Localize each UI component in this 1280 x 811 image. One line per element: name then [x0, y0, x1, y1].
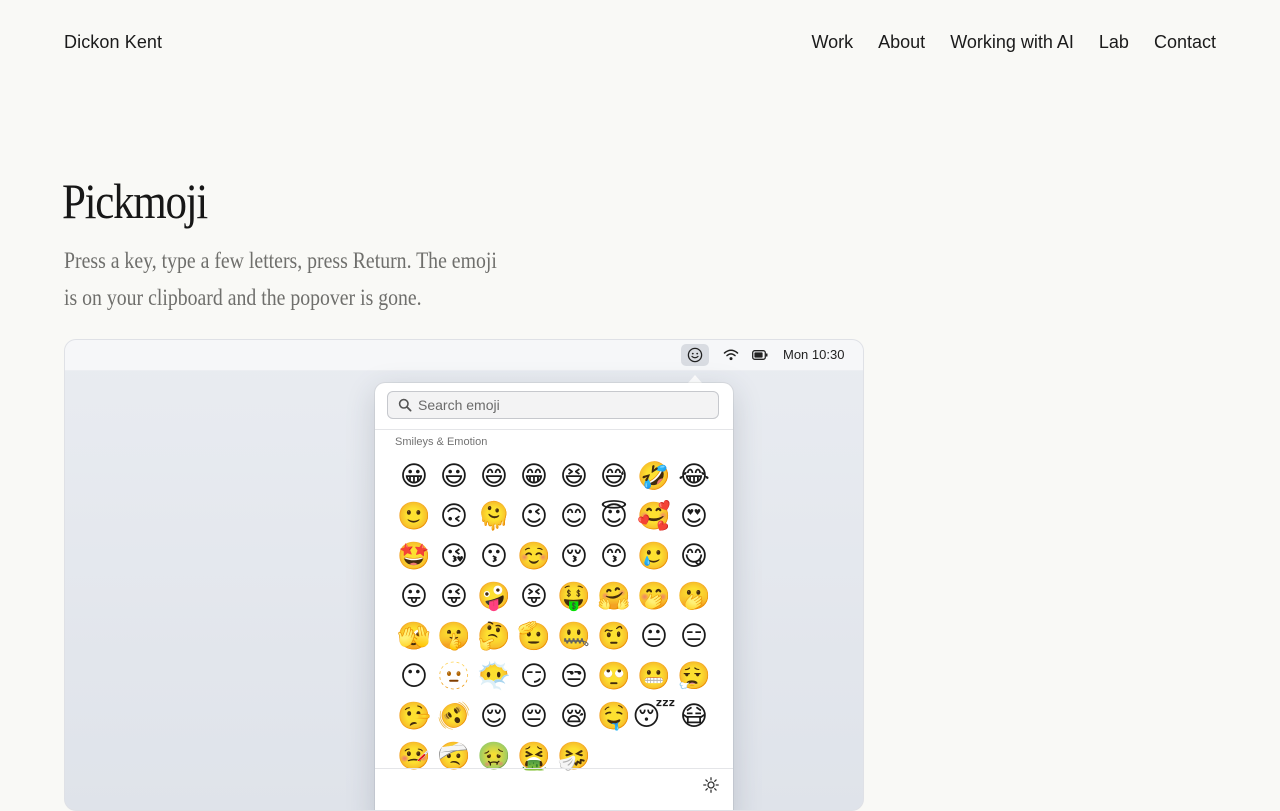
emoji-cell[interactable]: 😊 — [554, 496, 594, 536]
emoji-cell[interactable]: 😐 — [634, 616, 674, 656]
emoji-section-label: Smileys & Emotion — [395, 436, 488, 448]
battery-icon[interactable] — [751, 348, 769, 362]
emoji-cell[interactable]: 😗 — [474, 536, 514, 576]
emoji-cell[interactable]: 😌 — [474, 696, 514, 736]
pickmoji-menubar-button[interactable] — [681, 344, 709, 366]
emoji-cell[interactable]: 😒 — [554, 656, 594, 696]
divider — [375, 768, 733, 769]
emoji-cell[interactable]: 🤧 — [554, 736, 594, 776]
emoji-cell[interactable]: 😍 — [674, 496, 714, 536]
emoji-cell[interactable]: 😛 — [394, 576, 434, 616]
emoji-cell[interactable]: 😏 — [514, 656, 554, 696]
emoji-cell[interactable]: 🤩 — [394, 536, 434, 576]
emoji-cell[interactable]: 😝 — [514, 576, 554, 616]
emoji-cell[interactable]: 🤭 — [634, 576, 674, 616]
emoji-cell[interactable]: 🤮 — [514, 736, 554, 776]
emoji-cell[interactable]: 🫥 — [434, 656, 474, 696]
page-subtitle: Press a key, type a few letters, press R… — [64, 242, 511, 316]
emoji-cell[interactable]: 🤪 — [474, 576, 514, 616]
nav-link-lab[interactable]: Lab — [1099, 32, 1129, 53]
emoji-cell[interactable]: 🙂 — [394, 496, 434, 536]
emoji-cell[interactable]: 😬 — [634, 656, 674, 696]
emoji-cell[interactable]: 🤫 — [434, 616, 474, 656]
emoji-cell[interactable]: 😴 — [632, 696, 675, 736]
emoji-cell[interactable]: 🤥 — [394, 696, 434, 736]
emoji-cell[interactable]: 😁 — [514, 456, 554, 496]
brightness-icon[interactable] — [703, 777, 719, 793]
emoji-cell[interactable]: 🫢 — [674, 576, 714, 616]
emoji-search-box — [387, 391, 719, 419]
menubar: Mon 10:30 — [65, 340, 863, 371]
emoji-cell[interactable]: 😑 — [674, 616, 714, 656]
emoji-cell[interactable]: 🤔 — [474, 616, 514, 656]
emoji-cell[interactable]: 🤣 — [634, 456, 674, 496]
subtitle-line-2: is on your clipboard and the popover is … — [64, 285, 422, 310]
emoji-cell — [594, 736, 634, 776]
emoji-cell[interactable]: 😚 — [554, 536, 594, 576]
emoji-cell[interactable]: 😮‍💨 — [674, 656, 714, 696]
emoji-cell[interactable]: 🫨 — [434, 696, 474, 736]
emoji-cell[interactable]: 😶‍🌫️ — [474, 656, 514, 696]
popover-arrow — [688, 375, 702, 383]
emoji-cell[interactable]: 🫠 — [474, 496, 514, 536]
emoji-cell[interactable]: 🤑 — [554, 576, 594, 616]
emoji-cell[interactable]: 😜 — [434, 576, 474, 616]
emoji-cell[interactable]: 🤗 — [594, 576, 634, 616]
emoji-cell[interactable]: 🤒 — [394, 736, 434, 776]
emoji-cell[interactable]: 😀 — [394, 456, 434, 496]
emoji-cell[interactable]: 🤐 — [554, 616, 594, 656]
emoji-cell[interactable]: 😂 — [674, 456, 714, 496]
emoji-cell[interactable]: 😄 — [474, 456, 514, 496]
main-nav: Work About Working with AI Lab Contact — [811, 32, 1216, 53]
emoji-cell[interactable]: 😶 — [394, 656, 434, 696]
page-title: Pickmoji — [62, 173, 208, 229]
emoji-cell[interactable]: 🥰 — [634, 496, 674, 536]
emoji-cell[interactable]: 🙃 — [434, 496, 474, 536]
search-icon — [398, 398, 412, 412]
menubar-clock: Mon 10:30 — [783, 347, 845, 362]
emoji-cell[interactable]: 😆 — [554, 456, 594, 496]
emoji-cell[interactable]: 😇 — [594, 496, 634, 536]
emoji-cell[interactable]: 😅 — [594, 456, 634, 496]
nav-link-work[interactable]: Work — [811, 32, 853, 53]
divider — [375, 429, 733, 430]
site-brand-link[interactable]: Dickon Kent — [64, 32, 162, 53]
emoji-cell[interactable]: 😉 — [514, 496, 554, 536]
emoji-cell[interactable]: 😙 — [594, 536, 634, 576]
nav-link-contact[interactable]: Contact — [1154, 32, 1216, 53]
emoji-cell[interactable]: 🤢 — [474, 736, 514, 776]
emoji-cell[interactable]: 😔 — [514, 696, 554, 736]
subtitle-line-1: Press a key, type a few letters, press R… — [64, 248, 497, 273]
emoji-cell[interactable]: 🤕 — [434, 736, 474, 776]
emoji-cell[interactable]: 🤤 — [594, 696, 634, 736]
emoji-grid: 😀 😃 😄 😁 😆 😅 🤣 😂 🙂 🙃 🫠 😉 😊 😇 🥰 😍 🤩 😘 😗 ☺️ 😚 😙 🥲 😋 😛 😜 🤪 😝 🤑 🤗 🤭 🫢 🫣 🤫 🤔 🫡 🤐 🤨 😐… — [394, 456, 714, 776]
emoji-cell[interactable]: 😃 — [434, 456, 474, 496]
nav-link-working-with-ai[interactable]: Working with AI — [950, 32, 1074, 53]
emoji-cell[interactable]: ☺️ — [514, 536, 554, 576]
emoji-search-input[interactable] — [418, 392, 708, 418]
emoji-cell[interactable]: 🥲 — [634, 536, 674, 576]
nav-link-about[interactable]: About — [878, 32, 925, 53]
wifi-icon[interactable] — [721, 347, 741, 363]
emoji-cell[interactable]: 😪 — [554, 696, 594, 736]
emoji-cell[interactable]: 😷 — [674, 696, 714, 736]
app-demo-frame: Mon 10:30 Smileys & Emotion 😀😃😄😁😆😅🤣😂 🙂🙃🫠😉… — [64, 339, 864, 811]
emoji-cell[interactable]: 🙄 — [594, 656, 634, 696]
emoji-cell[interactable]: 🤨 — [594, 616, 634, 656]
smiley-icon — [687, 347, 703, 363]
site-header: Dickon Kent Work About Working with AI L… — [64, 28, 1216, 56]
emoji-cell[interactable]: 🫣 — [394, 616, 434, 656]
emoji-cell[interactable]: 🫡 — [514, 616, 554, 656]
emoji-cell[interactable]: 😘 — [434, 536, 474, 576]
emoji-picker-popover: Smileys & Emotion 😀😃😄😁😆😅🤣😂 🙂🙃🫠😉😊😇🥰😍 🤩😘😗☺️😚… — [375, 383, 733, 810]
emoji-cell[interactable]: 😋 — [674, 536, 714, 576]
